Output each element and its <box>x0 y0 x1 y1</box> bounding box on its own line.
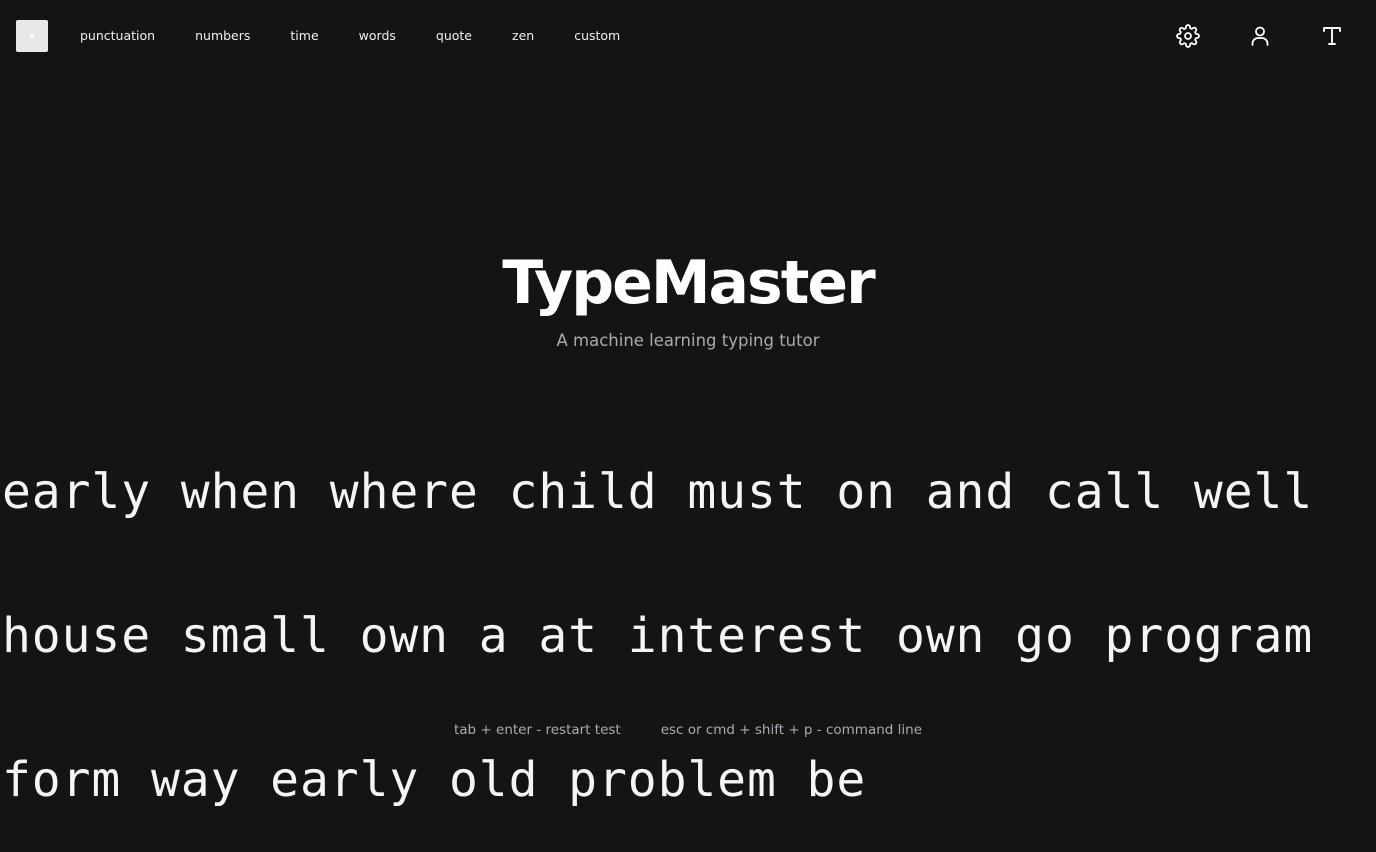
hero: TypeMaster A machine learning typing tut… <box>0 246 1376 352</box>
app-logo-icon[interactable] <box>16 20 48 52</box>
mode-time[interactable]: time <box>290 27 318 45</box>
mode-custom[interactable]: custom <box>574 27 620 45</box>
restart-hint: tab + enter - restart test <box>453 722 621 738</box>
account-button[interactable] <box>1244 20 1276 52</box>
app-subtitle: A machine learning typing tutor <box>556 331 820 350</box>
settings-button[interactable] <box>1172 20 1204 52</box>
app-title: TypeMaster <box>502 248 875 318</box>
logo-dot <box>30 34 34 38</box>
mode-words[interactable]: words <box>359 27 396 45</box>
typing-words[interactable]: early when where child must on and call … <box>2 372 1372 852</box>
top-bar: punctuation numbers time words quote zen… <box>0 0 1376 72</box>
top-icons <box>1132 20 1348 52</box>
mode-zen[interactable]: zen <box>512 27 534 45</box>
gear-icon <box>1176 24 1200 48</box>
mode-punctuation[interactable]: punctuation <box>80 27 155 45</box>
command-line-hint: esc or cmd + shift + p - command line <box>660 722 922 738</box>
keyboard-hints: tab + enter - restart test esc or cmd + … <box>0 722 1376 738</box>
user-icon <box>1251 26 1269 46</box>
mode-quote[interactable]: quote <box>436 27 472 45</box>
word-line: form way early old problem be <box>2 752 867 808</box>
word-line: house small own a at interest own go pro… <box>2 608 1314 664</box>
word-line: early when where child must on and call … <box>2 464 1314 520</box>
mode-nav: punctuation numbers time words quote zen… <box>80 27 660 45</box>
mode-numbers[interactable]: numbers <box>195 27 250 45</box>
font-button[interactable] <box>1316 20 1348 52</box>
text-t-icon <box>1323 27 1341 45</box>
